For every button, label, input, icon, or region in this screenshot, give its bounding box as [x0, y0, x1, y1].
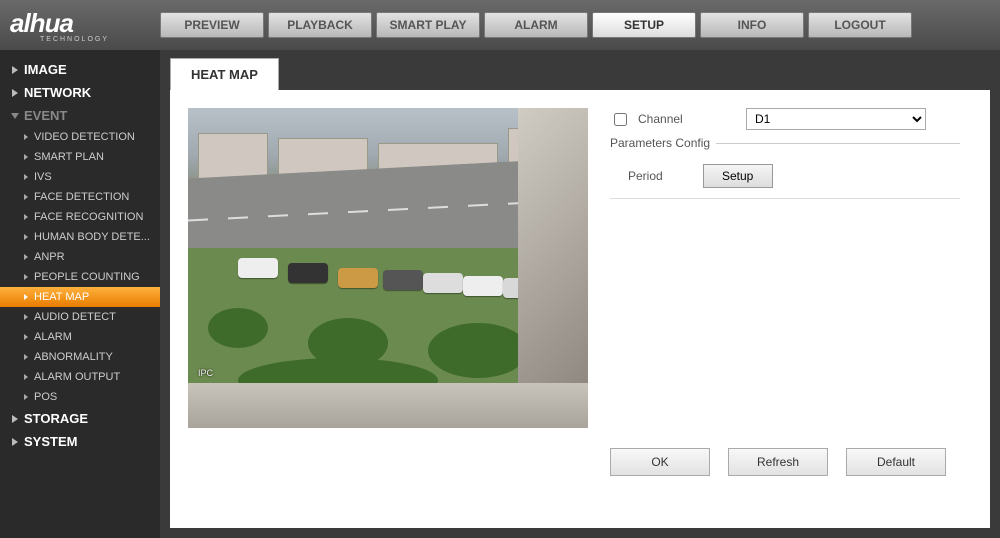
channel-row: Channel D1: [610, 108, 960, 130]
chevron-down-icon: [11, 113, 19, 119]
sidebar-item-audio-detect[interactable]: AUDIO DETECT: [0, 307, 160, 327]
channel-label: Channel: [638, 112, 738, 126]
period-label: Period: [628, 169, 663, 183]
chevron-right-icon: [24, 174, 28, 180]
sidebar-group-network[interactable]: NETWORK: [0, 81, 160, 104]
chevron-right-icon: [24, 394, 28, 400]
config-panel: Channel D1 Parameters Config Period Setu…: [610, 108, 960, 201]
sidebar-item-ivs[interactable]: IVS: [0, 167, 160, 187]
main-area: IMAGE NETWORK EVENT VIDEO DETECTION SMAR…: [0, 50, 1000, 538]
top-bar: alhua TECHNOLOGY PREVIEW PLAYBACK SMART …: [0, 0, 1000, 50]
overlay-ipc-label: IPC: [198, 368, 213, 378]
chevron-right-icon: [24, 234, 28, 240]
sidebar-group-event[interactable]: EVENT: [0, 104, 160, 127]
chevron-right-icon: [24, 274, 28, 280]
brand-name: alhua: [10, 8, 109, 39]
sidebar-group-image[interactable]: IMAGE: [0, 58, 160, 81]
chevron-right-icon: [24, 354, 28, 360]
action-buttons: OK Refresh Default: [610, 448, 946, 476]
chevron-right-icon: [24, 374, 28, 380]
chevron-right-icon: [12, 438, 18, 446]
sidebar-item-face-detection[interactable]: FACE DETECTION: [0, 187, 160, 207]
chevron-right-icon: [24, 134, 28, 140]
sidebar-item-pos[interactable]: POS: [0, 387, 160, 407]
tab-logout[interactable]: LOGOUT: [808, 12, 912, 38]
tab-preview[interactable]: PREVIEW: [160, 12, 264, 38]
chevron-right-icon: [12, 66, 18, 74]
refresh-button[interactable]: Refresh: [728, 448, 828, 476]
brand-sub: TECHNOLOGY: [40, 36, 109, 43]
chevron-right-icon: [24, 214, 28, 220]
sidebar-item-people-counting[interactable]: PEOPLE COUNTING: [0, 267, 160, 287]
content-panel: IPC Channel D1 Parameters Config Period …: [170, 90, 990, 528]
tab-smartplay[interactable]: SMART PLAY: [376, 12, 480, 38]
tab-playback[interactable]: PLAYBACK: [268, 12, 372, 38]
channel-select[interactable]: D1: [746, 108, 926, 130]
sidebar-item-video-detection[interactable]: VIDEO DETECTION: [0, 127, 160, 147]
sidebar-item-anpr[interactable]: ANPR: [0, 247, 160, 267]
chevron-right-icon: [12, 415, 18, 423]
chevron-right-icon: [24, 294, 28, 300]
scene-wall: [188, 383, 588, 428]
sidebar-group-system[interactable]: SYSTEM: [0, 430, 160, 453]
ok-button[interactable]: OK: [610, 448, 710, 476]
tab-setup[interactable]: SETUP: [592, 12, 696, 38]
scene-building-corner: [518, 108, 588, 428]
chevron-right-icon: [12, 89, 18, 97]
period-setup-button[interactable]: Setup: [703, 164, 773, 188]
parameters-config-legend: Parameters Config: [610, 136, 716, 150]
brand-logo: alhua TECHNOLOGY: [10, 8, 150, 43]
sidebar-item-alarm-output[interactable]: ALARM OUTPUT: [0, 367, 160, 387]
sidebar-item-alarm[interactable]: ALARM: [0, 327, 160, 347]
chevron-right-icon: [24, 154, 28, 160]
sidebar-item-smart-plan[interactable]: SMART PLAN: [0, 147, 160, 167]
chevron-right-icon: [24, 314, 28, 320]
default-button[interactable]: Default: [846, 448, 946, 476]
sidebar-item-human-body[interactable]: HUMAN BODY DETE...: [0, 227, 160, 247]
sidebar-item-face-recognition[interactable]: FACE RECOGNITION: [0, 207, 160, 227]
channel-enable-checkbox[interactable]: [614, 113, 627, 126]
tab-alarm[interactable]: ALARM: [484, 12, 588, 38]
sidebar: IMAGE NETWORK EVENT VIDEO DETECTION SMAR…: [0, 50, 160, 538]
sidebar-item-abnormality[interactable]: ABNORMALITY: [0, 347, 160, 367]
chevron-right-icon: [24, 254, 28, 260]
sidebar-item-heat-map[interactable]: HEAT MAP: [0, 287, 160, 307]
content-area: HEAT MAP: [160, 50, 1000, 538]
parameters-config-fieldset: Parameters Config Period Setup: [610, 136, 960, 199]
content-tab-heatmap[interactable]: HEAT MAP: [170, 58, 279, 91]
period-row: Period Setup: [610, 158, 960, 199]
chevron-right-icon: [24, 194, 28, 200]
chevron-right-icon: [24, 334, 28, 340]
tab-info[interactable]: INFO: [700, 12, 804, 38]
main-tabs: PREVIEW PLAYBACK SMART PLAY ALARM SETUP …: [160, 12, 912, 38]
sidebar-group-storage[interactable]: STORAGE: [0, 407, 160, 430]
video-preview[interactable]: IPC: [188, 108, 588, 428]
